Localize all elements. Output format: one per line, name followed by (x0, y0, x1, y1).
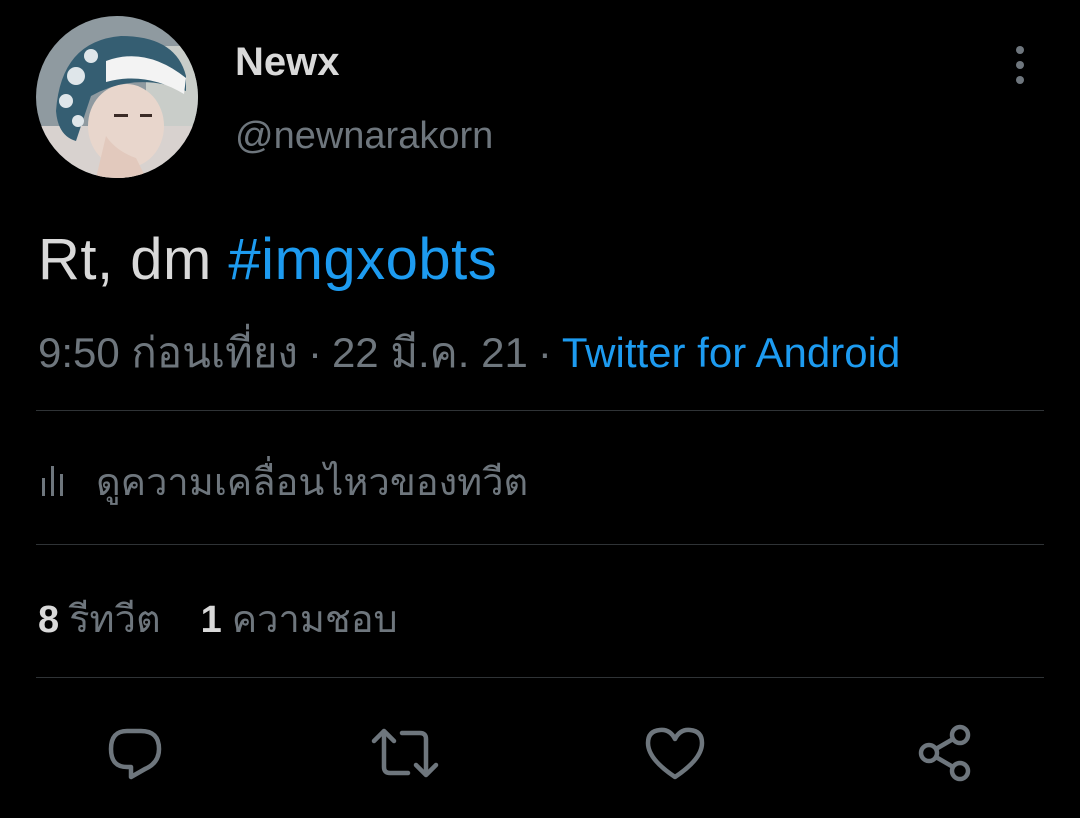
more-dot (1016, 76, 1024, 84)
divider (36, 410, 1044, 411)
likes-count: 1 (200, 599, 222, 641)
tweet-text: Rt, dm #imgxobts (38, 226, 497, 293)
retweet-button[interactable] (370, 718, 440, 788)
retweets-count: 8 (38, 599, 60, 641)
tweet-meta: 9:50 ก่อนเที่ยง · 22 มี.ค. 21 · Twitter for … (38, 320, 900, 386)
profile-photo-icon (36, 16, 198, 178)
tweet-source-link[interactable]: Twitter for Android (562, 329, 900, 376)
divider (36, 544, 1044, 545)
likes-stat[interactable]: 1 ความชอบ (201, 588, 398, 649)
tweet-text-body: Rt, dm (38, 227, 229, 292)
tweet-date: 22 มี.ค. 21 (331, 329, 528, 376)
like-button[interactable] (640, 718, 710, 788)
avatar[interactable] (36, 16, 198, 178)
share-icon (918, 724, 971, 782)
more-vertical-icon (1016, 46, 1024, 54)
meta-separator: · (537, 329, 552, 376)
analytics-bars-icon (42, 466, 63, 496)
more-options-button[interactable] (1000, 40, 1040, 90)
retweets-label: รีทวีต (69, 599, 161, 641)
retweets-stat[interactable]: 8 รีทวีต (38, 588, 161, 649)
tweet-time: 9:50 ก่อนเที่ยง (38, 329, 298, 376)
display-name[interactable]: Newx (235, 40, 340, 85)
tweet-activity-button[interactable]: ดูความเคลื่อนไหวของทวีต (40, 456, 528, 506)
hashtag-link[interactable]: #imgxobts (228, 227, 497, 292)
reply-button[interactable] (100, 718, 170, 788)
tweet-stats: 8 รีทวีต 1 ความชอบ (38, 588, 398, 649)
tweet-activity-label: ดูความเคลื่อนไหวของทวีต (96, 461, 529, 504)
more-dot (1016, 61, 1024, 69)
meta-separator: · (307, 329, 322, 376)
share-button[interactable] (910, 718, 980, 788)
divider (36, 677, 1044, 678)
likes-label: ความชอบ (231, 599, 398, 641)
user-handle[interactable]: @newnarakorn (235, 115, 493, 158)
reply-icon (108, 728, 162, 780)
heart-icon (645, 727, 705, 780)
retweet-icon (371, 728, 439, 778)
